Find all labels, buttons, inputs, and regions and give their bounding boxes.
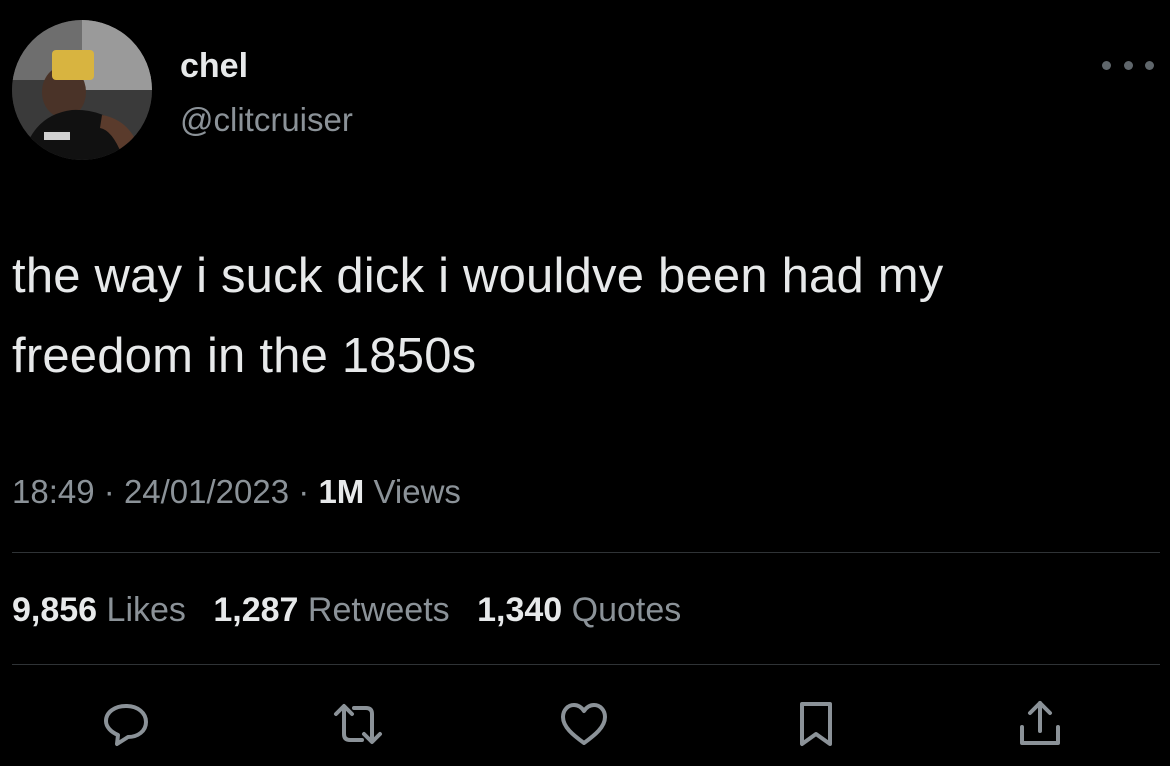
tweet-text-line: freedom in the 1850s [12, 329, 477, 383]
tweet-card: chel @clitcruiser the way i suck dick i … [0, 0, 1170, 766]
action-bar [0, 696, 1170, 756]
bookmark-icon [800, 702, 832, 746]
retweets-stat[interactable]: 1,287 Retweets [213, 591, 449, 629]
divider [12, 552, 1160, 553]
tweet-text-line: the way i suck dick i wouldve been had m… [12, 249, 944, 303]
views-count: 1M [318, 473, 365, 510]
likes-label: Likes [106, 591, 186, 629]
likes-count: 9,856 [12, 591, 98, 629]
tweet-time[interactable]: 18:49 [12, 473, 95, 510]
tweet-text: the way i suck dick i wouldve been had m… [12, 236, 1162, 396]
heart-icon [561, 703, 607, 745]
retweet-button[interactable] [330, 696, 386, 752]
speech-bubble-icon [104, 704, 148, 746]
more-dot [1123, 60, 1133, 70]
views-label: Views [373, 473, 461, 510]
avatar[interactable] [12, 20, 152, 160]
reply-button[interactable] [98, 696, 154, 752]
tweet-meta: 18:49 · 24/01/2023 · 1M Views [12, 470, 461, 514]
meta-separator: · [103, 473, 115, 510]
more-dot [1145, 60, 1154, 70]
tweet-date[interactable]: 24/01/2023 [124, 473, 289, 510]
share-button[interactable] [1012, 696, 1068, 752]
profile-photo-icon [12, 20, 152, 160]
likes-stat[interactable]: 9,856 Likes [12, 591, 186, 629]
retweet-arrows-icon [334, 704, 382, 744]
meta-separator: · [298, 473, 310, 510]
like-button[interactable] [556, 696, 612, 752]
user-handle[interactable]: @clitcruiser [180, 100, 353, 140]
more-dot [1102, 60, 1111, 70]
quotes-count: 1,340 [477, 591, 563, 629]
retweets-label: Retweets [307, 591, 450, 629]
bookmark-button[interactable] [788, 696, 844, 752]
divider [12, 664, 1160, 665]
display-name[interactable]: chel [180, 46, 248, 86]
quotes-stat[interactable]: 1,340 Quotes [477, 591, 681, 629]
quotes-label: Quotes [571, 591, 682, 629]
more-options-button[interactable] [1102, 50, 1154, 80]
retweets-count: 1,287 [213, 591, 299, 629]
tweet-stats: 9,856 Likes 1,287 Retweets 1,340 Quotes [12, 588, 699, 632]
share-upload-icon [1020, 701, 1060, 745]
